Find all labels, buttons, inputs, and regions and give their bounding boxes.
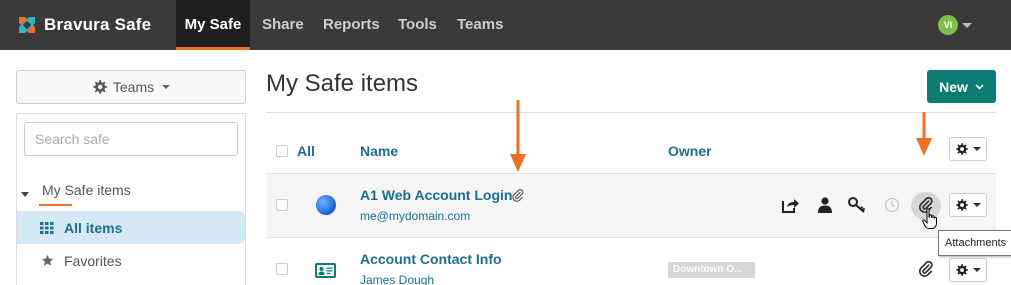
- nav-tab-reports[interactable]: Reports: [323, 0, 380, 50]
- gear-icon: [956, 198, 968, 211]
- column-header-all[interactable]: All: [297, 143, 315, 159]
- brand[interactable]: Bravura Safe: [16, 12, 151, 38]
- annotation-arrow-down-icon: [510, 100, 526, 172]
- annotation-arrow-down-icon: [916, 112, 932, 156]
- user-avatar[interactable]: VI: [938, 15, 958, 35]
- nav-tab-share[interactable]: Share: [262, 0, 304, 50]
- tree-root-underline: [39, 204, 72, 206]
- paperclip-icon: [512, 189, 524, 202]
- chevron-down-icon: [162, 85, 171, 89]
- clock-icon[interactable]: [882, 195, 902, 215]
- teams-dropdown-button[interactable]: Teams: [16, 70, 246, 104]
- sidebar-item-label: Favorites: [64, 252, 122, 269]
- key-icon[interactable]: [847, 195, 867, 215]
- row-checkbox[interactable]: [276, 263, 288, 275]
- gear-icon: [956, 263, 968, 276]
- chevron-down-icon: [973, 203, 981, 207]
- row-actions-dropdown[interactable]: [949, 193, 987, 217]
- grid-icon: [38, 221, 56, 234]
- row-actions-dropdown[interactable]: [949, 258, 987, 282]
- new-item-button[interactable]: New: [927, 70, 996, 103]
- bravura-logo-icon: [19, 17, 35, 33]
- hand-cursor-icon: [922, 208, 937, 229]
- nav-tab-teams[interactable]: Teams: [457, 0, 503, 50]
- tree-root-my-safe-items[interactable]: My Safe items: [42, 182, 131, 198]
- row-checkbox[interactable]: [276, 199, 288, 211]
- nav-tab-my-safe[interactable]: My Safe: [176, 0, 250, 50]
- select-all-checkbox[interactable]: [276, 145, 288, 157]
- teams-dropdown-label: Teams: [112, 79, 155, 95]
- gear-icon: [93, 79, 107, 94]
- sidebar-item-all-items[interactable]: All items: [17, 211, 245, 244]
- chevron-down-icon: [975, 83, 984, 90]
- chevron-down-icon: [973, 147, 981, 151]
- star-icon: [38, 254, 56, 267]
- brand-name: Bravura Safe: [44, 15, 152, 34]
- top-navbar: Bravura Safe My Safe Share Reports Tools…: [0, 0, 1011, 50]
- item-subtitle: James Dough: [360, 273, 435, 285]
- sidebar-item-favorites[interactable]: Favorites: [17, 244, 245, 277]
- item-title-link[interactable]: Account Contact Info: [360, 251, 502, 267]
- id-card-icon: [315, 263, 336, 278]
- item-title-link[interactable]: A1 Web Account Login: [360, 187, 512, 203]
- user-icon[interactable]: [815, 195, 835, 215]
- chevron-down-icon: [973, 268, 981, 272]
- sidebar-item-label: All items: [64, 219, 123, 236]
- globe-icon: [316, 195, 336, 215]
- owner-badge: Downtown O...: [668, 262, 755, 278]
- paperclip-icon[interactable]: [916, 259, 936, 279]
- item-subtitle: me@mydomain.com: [360, 209, 471, 223]
- user-menu-caret-icon[interactable]: [962, 23, 972, 28]
- page-title: My Safe items: [266, 70, 419, 97]
- tree-expand-caret-icon[interactable]: [21, 192, 29, 197]
- gear-icon: [956, 142, 968, 155]
- new-item-button-label: New: [939, 78, 968, 95]
- share-icon[interactable]: [780, 195, 800, 215]
- column-header-owner[interactable]: Owner: [668, 143, 712, 159]
- column-settings-dropdown[interactable]: [949, 137, 987, 161]
- header-divider: [266, 112, 996, 113]
- attachments-tooltip: Attachments: [938, 230, 1011, 256]
- column-header-name[interactable]: Name: [360, 143, 398, 159]
- nav-tab-tools[interactable]: Tools: [398, 0, 437, 50]
- search-input[interactable]: [24, 122, 238, 156]
